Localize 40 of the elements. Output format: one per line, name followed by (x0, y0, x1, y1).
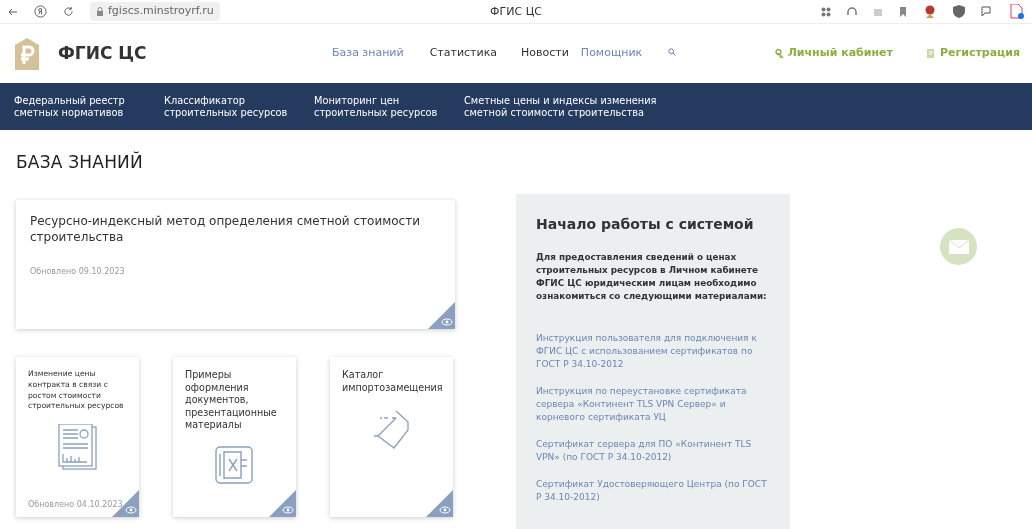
document-card[interactable]: Примеры оформления документов, презентационные материалы (173, 357, 296, 518)
card-title: Каталог импортозамещения (342, 369, 441, 395)
panel-heading: Начало работы с системой (536, 216, 755, 233)
menu-link[interactable]: Мониторинг цен строительных ресурсов (314, 94, 450, 119)
grid-icon[interactable] (821, 6, 831, 17)
address-bar[interactable]: fgiscs.minstroyrf.ru (90, 2, 220, 21)
shield-icon[interactable] (953, 5, 965, 18)
menu-link[interactable]: Сметные цены и индексы изменения сметной стоимости строительства (464, 94, 684, 119)
chat-icon[interactable] (981, 5, 994, 18)
document-card[interactable]: Каталог импортозамещения (330, 357, 453, 518)
reload-icon[interactable] (63, 6, 74, 17)
nav-link[interactable]: Новости (521, 45, 569, 62)
form-icon (924, 48, 936, 59)
article-card[interactable]: Ресурсно-индексный метод определения сметной стоимости строительства Обновлено 09.10.2023 (16, 200, 455, 330)
pdf-icon[interactable] (1010, 4, 1024, 19)
menu-link[interactable]: Классификатор строительных ресурсов (164, 94, 300, 119)
page-heading: БАЗА ЗНАНИЙ (16, 152, 144, 173)
nav-link[interactable]: База знаний (332, 45, 404, 62)
site-logo-text[interactable]: ФГИС ЦС (58, 40, 147, 67)
envelope-icon (948, 239, 969, 254)
search-icon[interactable] (668, 47, 677, 56)
tab-title-text: ФГИС ЦС (490, 5, 542, 18)
card-title: Примеры оформления документов, презентационные материалы (185, 369, 278, 432)
update-date: Обновлено 04.10.2023 (28, 499, 123, 512)
bookmark-icon[interactable] (899, 6, 907, 17)
nav-link[interactable]: Помощник (580, 45, 643, 62)
nav-link[interactable]: Статистика (429, 45, 498, 62)
menu-link[interactable]: Федеральный реестр сметных нормативов (14, 94, 150, 119)
intro-text: Для предоставления сведений о ценах строительных ресурсов в Личном кабинете ФГИС ЦС юридическим лицам необходимо ознакомиться со следующими материалами: (536, 250, 768, 304)
view-corner-icon[interactable] (269, 490, 296, 518)
back-icon[interactable] (8, 6, 18, 17)
headphones-icon[interactable] (847, 6, 857, 17)
view-corner-icon[interactable] (428, 302, 455, 330)
update-date: Обновлено 09.10.2023 (30, 266, 126, 279)
card-title: Ресурсно-индексный метод определения сметной стоимости строительства (30, 214, 421, 247)
report-document-icon (57, 423, 98, 470)
key-icon (772, 48, 784, 59)
browser-logo-icon[interactable] (34, 5, 47, 18)
view-corner-icon[interactable] (426, 490, 453, 518)
lock-icon (96, 7, 104, 16)
